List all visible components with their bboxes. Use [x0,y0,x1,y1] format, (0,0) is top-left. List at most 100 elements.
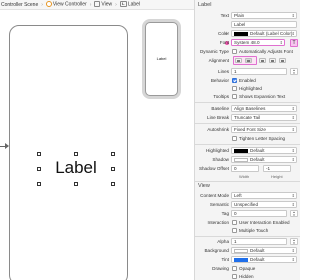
resize-handle[interactable] [37,152,41,156]
align-left-button[interactable] [235,58,242,63]
lines-row: Lines 1 ▴ ▾ [195,68,300,76]
align-natural-button[interactable] [279,58,286,63]
interaction-row: Interaction User Interaction Enabled [207,220,290,225]
breadcrumb: Controller Scene › View Controller › Vie… [0,0,194,10]
align-justified-button[interactable] [269,58,276,63]
tighten-checkbox[interactable] [232,136,237,141]
mini-label-text: Label [156,56,167,61]
highlighted-color-select[interactable]: Default ⇕ [231,147,297,154]
selected-label[interactable]: Label [37,152,115,186]
line-break-row: Line Break Truncate Tail ⇕ [207,114,297,121]
text-type-select[interactable]: Plain ⇕ [231,12,297,19]
view-icon [94,1,101,8]
alpha-stepper[interactable]: ▴ ▾ [290,238,298,245]
plus-icon[interactable]: + [225,31,228,37]
chevron-right-icon: › [89,1,92,8]
divider [195,144,300,145]
shadow-offset-width-field[interactable]: 0 [231,165,259,172]
hidden-checkbox[interactable] [232,274,237,279]
background-color-select[interactable]: Default ⇕ [231,247,297,254]
align-center-button[interactable] [245,58,252,63]
content-mode-row: Content Mode Left ⇕ [200,192,297,199]
enabled-checkbox[interactable] [232,78,237,83]
autoshrink-select[interactable]: Fixed Font Size ⇕ [231,126,297,133]
divider [195,123,300,124]
resize-handle[interactable] [74,152,78,156]
line-break-select[interactable]: Truncate Tail ⇕ [231,114,297,121]
chevron-right-icon: › [115,1,117,8]
font-row: Font System 48.0 ⇕ T [195,39,300,47]
divider [195,102,300,103]
semantic-row: Semantic Unspecified ⇕ [209,201,297,208]
divider [195,181,300,182]
user-interaction-checkbox[interactable] [232,220,237,225]
tooltips-checkbox[interactable] [232,94,237,99]
tag-field[interactable]: 0 [231,210,287,217]
dynamic-type-checkbox[interactable] [232,49,237,54]
phone-scene[interactable]: Label [9,25,128,280]
tooltips-row: Tooltips Shows Expansion Text [213,94,286,99]
highlighted-color-row: Highlighted Default ⇕ [206,147,297,154]
resize-handle[interactable] [74,182,78,186]
tighten-row: Tighten Letter Spacing [195,135,300,143]
breadcrumb-item-view[interactable]: View [94,1,112,8]
label-icon: L [119,1,127,8]
label-text: Label [55,158,97,177]
divider [195,236,300,237]
multiple-touch-checkbox[interactable] [232,228,237,233]
highlighted-check-row: Highlighted [195,85,300,93]
baseline-select[interactable]: Align Baselines ⇕ [231,105,297,112]
semantic-select[interactable]: Unspecified ⇕ [231,201,297,208]
view-controller-icon [45,1,52,8]
lines-stepper[interactable]: ▴ ▾ [290,68,298,75]
resize-handle[interactable] [37,182,41,186]
inspector-section-title: Label [198,2,212,8]
multiple-touch-row: Multiple Touch [195,227,300,235]
alignment-row: Alignment [195,56,300,66]
breadcrumb-item-scene[interactable]: Controller Scene [1,2,38,8]
font-field[interactable]: System 48.0 ⇕ [231,39,285,46]
text-content-row: Label [195,21,300,29]
view-section-title: View [198,183,210,189]
lines-field[interactable]: 1 [231,68,287,75]
color-swatch [234,31,248,36]
autoshrink-row: Autoshrink Fixed Font Size ⇕ [207,126,297,133]
entry-point-arrow-icon [0,143,9,149]
font-picker-button[interactable]: T [290,39,298,47]
chevron-right-icon: › [41,1,43,8]
dynamic-type-row: Dynamic Type Automatically Adjusts Font [199,49,293,54]
storyboard-canvas[interactable]: Label Label [0,10,194,280]
shadow-offset-height-field[interactable]: -1 [263,165,291,172]
shadow-color-select[interactable]: Default ⇕ [231,156,297,163]
alpha-row: Alpha 1 ▴ ▾ [195,238,300,246]
highlighted-checkbox[interactable] [232,86,237,91]
opaque-checkbox[interactable] [232,266,237,271]
breadcrumb-item-view-controller[interactable]: View Controller [45,1,87,8]
stepper-icon: ⇕ [279,40,283,45]
width-caption: Width [239,174,250,179]
resize-handle[interactable] [111,152,115,156]
height-caption: Height [271,174,283,179]
behavior-row: Behavior Enabled [210,78,256,83]
background-row: Background Default ⇕ [204,247,297,254]
align-right-button[interactable] [259,58,266,63]
shadow-row: Shadow Default ⇕ [212,156,297,163]
resize-handle[interactable] [111,182,115,186]
tag-stepper[interactable]: ▴ ▾ [290,210,298,217]
text-content-field[interactable]: Label [231,21,297,28]
mini-preview-phone[interactable]: Label [145,22,178,96]
shadow-offset-row: Shadow Offset 0 -1 [195,165,300,173]
chevron-updown-icon: ⇕ [291,13,295,18]
tag-row: Tag 0 ▴ ▾ [195,210,300,218]
text-color-select[interactable]: Default (Label Color) ⇕ [231,30,297,37]
breadcrumb-item-label[interactable]: L Label [119,1,140,8]
color-row: Color + Default (Label Color) ⇕ [218,30,297,37]
content-mode-select[interactable]: Left ⇕ [231,192,297,199]
tint-color-select[interactable]: Default ⇕ [231,256,297,263]
alpha-field[interactable]: 1 [231,238,287,245]
baseline-row: Baseline Align Baselines ⇕ [211,105,297,112]
attributes-inspector: Label Text Plain ⇕ Label Color + Default … [194,0,300,280]
drawing-row: Drawing Opaque [212,266,256,271]
tint-row: Tint Default ⇕ [221,256,297,263]
text-row: Text Plain ⇕ [220,12,297,19]
